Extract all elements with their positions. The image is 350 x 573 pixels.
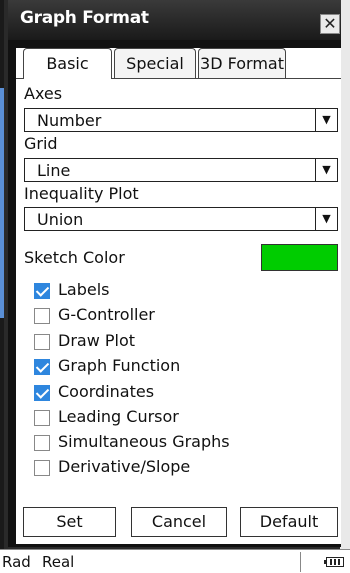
checkbox-checked-icon[interactable] [34,283,50,299]
graph-format-dialog: Graph Format ✕ Basic Special 3D Format A… [8,0,341,547]
angle-mode-status[interactable]: Rad [2,553,31,571]
left-stripe-accent [0,88,4,318]
tab-3d-format-label: 3D Format [200,54,284,73]
status-divider [300,552,301,572]
background-area [340,0,350,549]
checkbox-checked-icon[interactable] [34,385,50,401]
checkbox-label: Graph Function [58,356,181,375]
grid-label: Grid [24,134,58,153]
checkbox-label: Draw Plot [58,331,136,350]
tab-basic[interactable]: Basic [23,48,112,79]
number-mode-status[interactable]: Real [42,553,74,571]
grid-select[interactable]: Line ▼ [24,158,338,182]
checkbox-unchecked-icon[interactable] [34,308,50,324]
chevron-down-icon[interactable]: ▼ [315,208,337,230]
checkbox-unchecked-icon[interactable] [34,334,50,350]
sketch-color-swatch[interactable] [261,244,338,271]
tab-3d-format[interactable]: 3D Format [198,48,286,78]
checkbox-checked-icon[interactable] [34,359,50,375]
inequality-plot-label: Inequality Plot [24,184,139,203]
checkbox-label: Labels [58,280,110,299]
tab-special-label: Special [126,54,184,73]
chevron-down-icon[interactable]: ▼ [315,159,337,181]
checkbox-label: Simultaneous Graphs [58,432,230,451]
checkbox-label: Derivative/Slope [58,457,191,476]
default-button[interactable]: Default [240,507,338,537]
tab-special[interactable]: Special [114,48,196,78]
chevron-down-icon[interactable]: ▼ [315,109,337,131]
close-button[interactable]: ✕ [320,14,340,34]
tab-basic-label: Basic [46,54,89,73]
sketch-color-label: Sketch Color [24,248,125,267]
left-stripe [0,0,4,549]
dialog-title: Graph Format [20,8,149,28]
grid-value: Line [37,161,71,180]
axes-select[interactable]: Number ▼ [24,108,338,132]
checkbox-label: Coordinates [58,382,155,401]
battery-icon [324,557,344,567]
checkbox-unchecked-icon[interactable] [34,460,50,476]
inequality-plot-select[interactable]: Union ▼ [24,207,338,231]
cancel-button[interactable]: Cancel [131,507,227,537]
status-bar: Rad Real [0,549,350,573]
dialog-titlebar: Graph Format ✕ [8,0,341,40]
close-icon: ✕ [323,14,337,33]
checkbox-unchecked-icon[interactable] [34,410,50,426]
axes-value: Number [37,111,102,130]
set-button[interactable]: Set [23,507,116,537]
checkbox-label: G-Controller [58,305,155,324]
axes-label: Axes [24,84,63,103]
inequality-plot-value: Union [37,210,84,229]
checkbox-label: Leading Cursor [58,407,179,426]
checkbox-unchecked-icon[interactable] [34,435,50,451]
